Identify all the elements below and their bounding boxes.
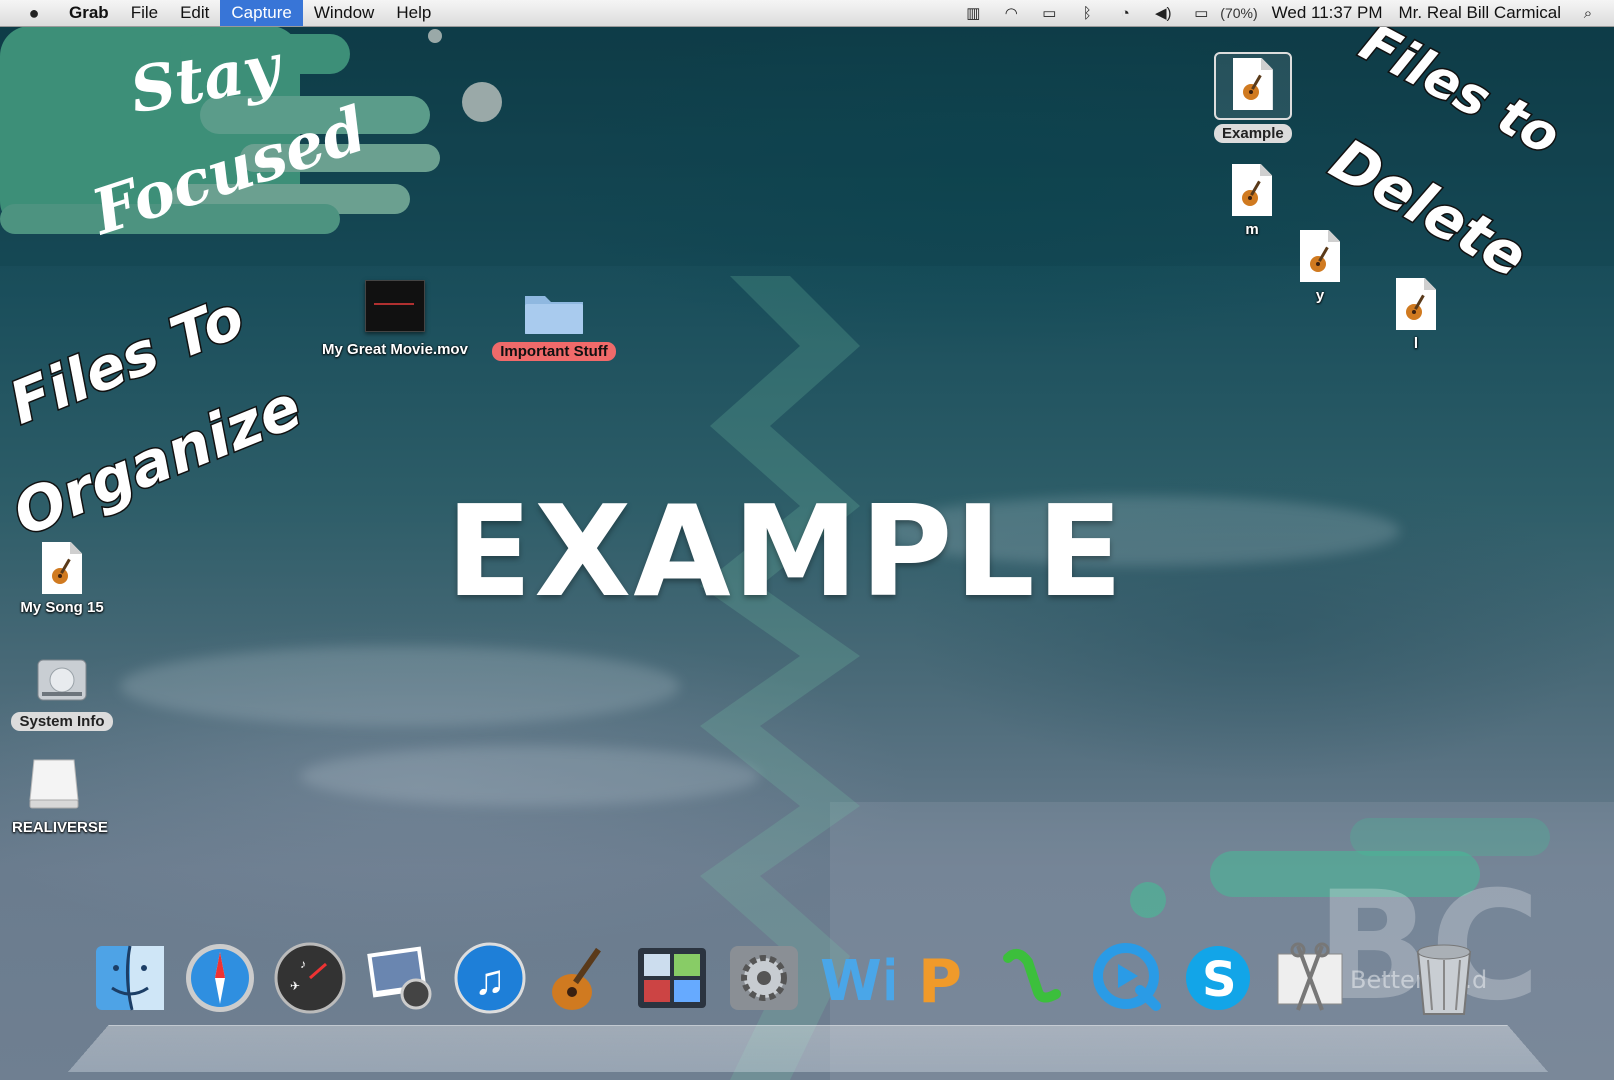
memory-icon[interactable]: ▥ xyxy=(961,4,985,22)
desktop-icon-label: l xyxy=(1413,335,1419,352)
quicktime-icon[interactable] xyxy=(1088,938,1168,1018)
volume-icon[interactable]: ◀) xyxy=(1151,4,1175,22)
desktop-icon-my-great-movie[interactable]: My Great Movie.mov xyxy=(310,280,480,359)
desktop-icon-label: Important Stuff xyxy=(492,342,616,361)
menu-capture[interactable]: Capture xyxy=(220,0,303,26)
desktop-icon-system-info[interactable]: System Info xyxy=(6,650,118,731)
desktop-icon-label: Example xyxy=(1214,124,1292,143)
bluetooth-icon[interactable]: ᛒ xyxy=(1075,4,1099,22)
garageband-document-icon xyxy=(1232,58,1273,110)
dock xyxy=(68,1024,1548,1072)
desktop-icon-label: My Great Movie.mov xyxy=(322,341,468,358)
folder-icon xyxy=(525,296,583,334)
desktop-icon-label: m xyxy=(1245,221,1259,238)
desktop-icon-label: My Song 15 xyxy=(20,599,104,616)
user-name[interactable]: Mr. Real Bill Carmical xyxy=(1399,3,1561,23)
desktop-icon-y[interactable]: y xyxy=(1300,230,1340,305)
apple-menu-icon[interactable]: ● xyxy=(24,3,44,23)
desktop-icon-example[interactable]: Example xyxy=(1214,52,1292,143)
garageband-document-icon xyxy=(1300,230,1340,282)
movie-thumbnail-icon xyxy=(365,280,425,332)
time-machine-icon[interactable]: ◔ xyxy=(1113,4,1137,22)
display-icon[interactable]: ▭ xyxy=(1037,4,1061,22)
spotlight-search-icon[interactable]: ⌕ xyxy=(1576,4,1600,22)
itunes-icon[interactable]: ♫ xyxy=(450,938,530,1018)
wifi-icon[interactable]: ◠ xyxy=(999,4,1023,22)
desktop-icon-label: REALIVERSE xyxy=(12,819,108,836)
battery-percent: (70%) xyxy=(1220,5,1258,21)
example-watermark: EXAMPLE xyxy=(446,478,1125,625)
svg-text:♪: ♪ xyxy=(300,957,306,971)
numbers-icon[interactable] xyxy=(994,938,1074,1018)
desktop-icon-label: System Info xyxy=(11,712,113,731)
svg-text:✈: ✈ xyxy=(290,979,300,993)
skype-icon[interactable]: S xyxy=(1178,938,1258,1018)
desktop-icon-l[interactable]: l xyxy=(1396,278,1436,353)
garageband-document-icon xyxy=(1396,278,1436,330)
clock[interactable]: Wed 11:37 PM xyxy=(1272,3,1383,23)
grab-icon[interactable] xyxy=(1270,938,1350,1018)
desktop-icon-label: y xyxy=(1315,287,1325,304)
safari-icon[interactable] xyxy=(180,938,260,1018)
dashboard-icon[interactable]: ♪ ✈ xyxy=(270,938,350,1018)
status-area: ▥ ◠ ▭ ᛒ ◔ ◀) ▭ (70%) Wed 11:37 PM Mr. Re… xyxy=(954,0,1614,26)
finder-icon[interactable] xyxy=(90,938,170,1018)
svg-text:S: S xyxy=(1202,952,1237,1008)
app-menu[interactable]: Grab xyxy=(58,0,120,26)
garageband-document-icon xyxy=(1232,164,1272,216)
desktop-icon-my-song-15[interactable]: My Song 15 xyxy=(12,542,112,617)
pages-icon[interactable]: P xyxy=(904,938,984,1018)
menu-file[interactable]: File xyxy=(120,0,169,26)
svg-text:P: P xyxy=(918,947,962,1017)
menu-edit[interactable]: Edit xyxy=(169,0,220,26)
desktop-icon-realiverse[interactable]: REALIVERSE xyxy=(4,756,108,837)
battery-icon[interactable]: ▭ xyxy=(1189,4,1213,22)
svg-text:Wi: Wi xyxy=(820,949,894,1014)
garageband-document-icon xyxy=(42,542,82,594)
menu-window[interactable]: Window xyxy=(303,0,385,26)
svg-text:♫: ♫ xyxy=(474,956,506,1003)
trash-icon[interactable] xyxy=(1404,938,1484,1018)
iphoto-icon[interactable] xyxy=(360,938,440,1018)
desktop-icon-m[interactable]: m xyxy=(1232,164,1272,239)
menu-bar: ● Grab File Edit Capture Window Help ▥ ◠… xyxy=(0,0,1614,27)
spaces-icon[interactable] xyxy=(632,938,712,1018)
system-preferences-icon[interactable] xyxy=(724,938,804,1018)
garageband-icon[interactable] xyxy=(540,938,620,1018)
desktop-icon-important-stuff[interactable]: Important Stuff xyxy=(486,288,622,361)
hard-disk-icon xyxy=(37,659,87,701)
menu-help[interactable]: Help xyxy=(385,0,442,26)
external-drive-icon xyxy=(29,759,79,809)
iweb-icon[interactable]: Wi xyxy=(814,938,894,1018)
desktop[interactable]: Stay Focused Files To Organize Files to … xyxy=(0,26,1614,1080)
